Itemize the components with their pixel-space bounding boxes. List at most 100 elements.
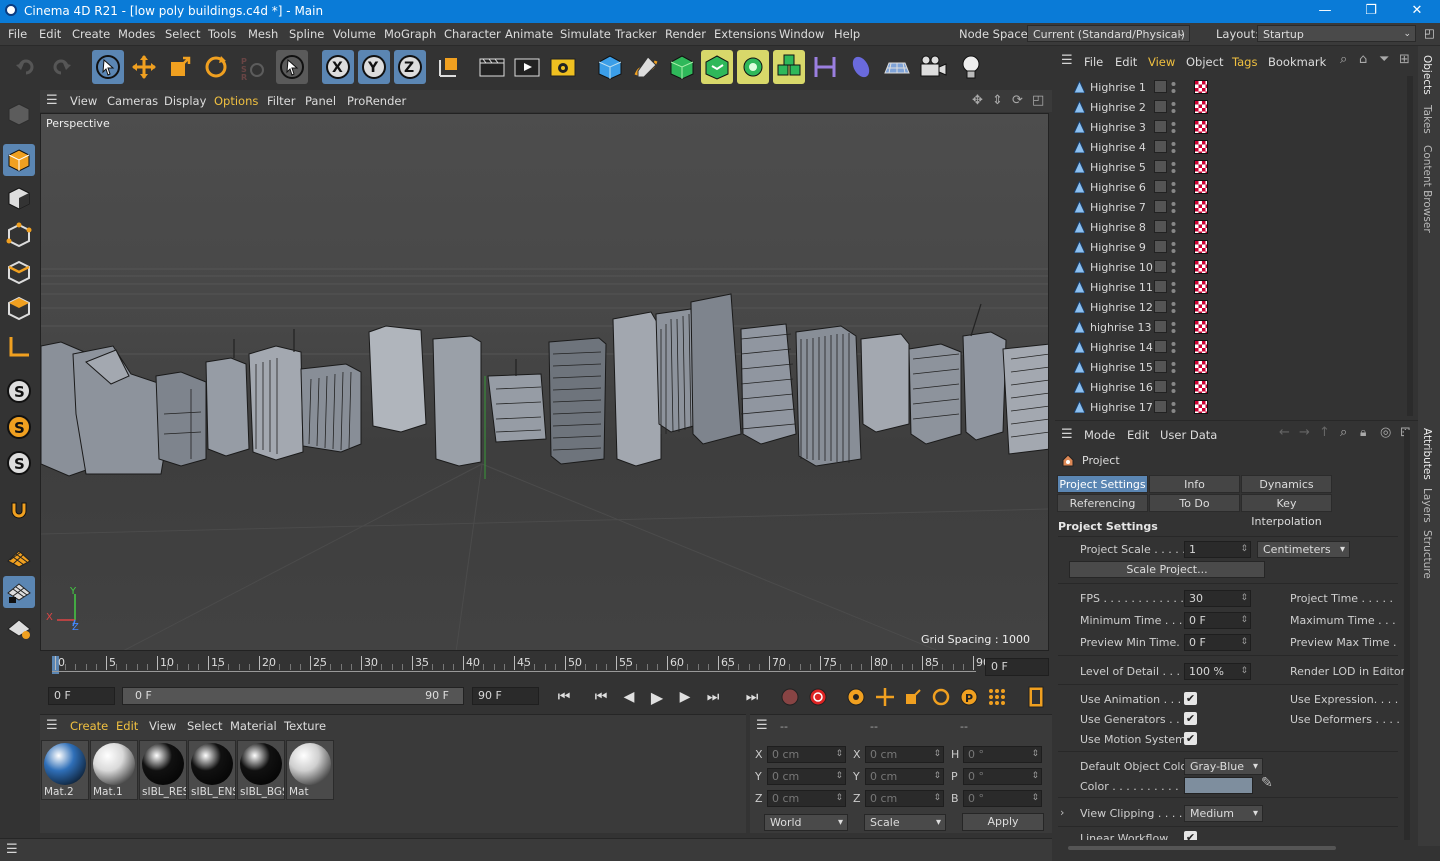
material-menu-material[interactable]: Material — [230, 719, 277, 733]
visibility-dots-icon[interactable] — [1171, 401, 1176, 414]
pan-view-icon[interactable]: ✥ — [972, 93, 983, 108]
view-clipping-dropdown[interactable]: Medium — [1184, 805, 1263, 822]
texture-tag-icon[interactable] — [1194, 220, 1208, 234]
menu-mesh[interactable]: Mesh — [248, 27, 278, 41]
visibility-dots-icon[interactable] — [1171, 301, 1176, 314]
menu-extensions[interactable]: Extensions — [714, 27, 776, 41]
project-scale-unit-dropdown[interactable]: Centimeters — [1257, 541, 1350, 558]
maximize-button[interactable]: ❐ — [1348, 0, 1394, 23]
material-swatch[interactable]: sIBL_BGS — [237, 740, 285, 800]
go-to-start-icon[interactable]: ⏮ — [552, 685, 576, 709]
edit-layer-icon[interactable] — [1154, 300, 1167, 313]
lock-icon[interactable]: 🔒︎ — [1360, 425, 1366, 440]
layout-dropdown[interactable]: Startup ⌄ — [1257, 25, 1416, 42]
coord-size-field[interactable]: 0 cm — [865, 768, 944, 785]
workplane-icon[interactable] — [3, 330, 35, 362]
material-menu-edit[interactable]: Edit — [116, 719, 138, 733]
cube-object-icon[interactable] — [594, 50, 626, 84]
default-object-color-dropdown[interactable]: Gray-Blue — [1184, 758, 1263, 775]
texture-tag-icon[interactable] — [1194, 320, 1208, 334]
snapping-magnet-icon[interactable] — [3, 494, 35, 526]
orbit-view-icon[interactable]: ⟳ — [1012, 93, 1023, 108]
object-row[interactable]: Highrise 8 — [1058, 218, 1398, 237]
back-arrow-icon[interactable]: ← — [1279, 425, 1290, 440]
viewport-menu-options[interactable]: Options — [214, 94, 258, 108]
menu-edit[interactable]: Edit — [39, 27, 61, 41]
hamburger-icon[interactable]: ☰ — [1061, 427, 1073, 442]
new-view-icon[interactable]: ⊞ — [1399, 52, 1410, 67]
planar-workplane-icon[interactable] — [3, 612, 35, 644]
chevron-right-icon[interactable]: › — [1060, 806, 1064, 819]
visibility-dots-icon[interactable] — [1171, 121, 1176, 134]
texture-tag-icon[interactable] — [1194, 360, 1208, 374]
floor-object-icon[interactable] — [881, 50, 913, 84]
previous-frame-icon[interactable]: ◀ — [617, 685, 641, 709]
linear-workflow-checkbox[interactable]: ✔ — [1184, 831, 1197, 840]
menu-animate[interactable]: Animate — [505, 27, 553, 41]
preview-min-time-field[interactable]: 0 F — [1184, 634, 1251, 651]
key-rotation-icon[interactable] — [929, 685, 953, 709]
hamburger-icon[interactable]: ☰ — [1061, 53, 1073, 68]
tab-info[interactable]: Info — [1149, 475, 1240, 493]
dolly-view-icon[interactable]: ⇕ — [992, 93, 1003, 108]
viewport-menu-view[interactable]: View — [70, 94, 97, 108]
material-swatch[interactable]: sIBL_ENS — [188, 740, 236, 800]
use-motion-system-checkbox[interactable]: ✔ — [1184, 732, 1197, 745]
points-mode-icon[interactable] — [3, 219, 35, 251]
hamburger-icon[interactable]: ☰ — [46, 718, 58, 733]
forward-arrow-icon[interactable]: → — [1299, 425, 1310, 440]
edit-layer-icon[interactable] — [1154, 80, 1167, 93]
viewport-menu-display[interactable]: Display — [164, 94, 206, 108]
viewport-menu-panel[interactable]: Panel — [305, 94, 336, 108]
object-row[interactable]: Highrise 14 — [1058, 338, 1398, 357]
object-row[interactable]: Highrise 7 — [1058, 198, 1398, 217]
object-scrollbar[interactable] — [1407, 76, 1413, 416]
coordinate-system-icon[interactable] — [432, 50, 464, 84]
object-row[interactable]: Highrise 3 — [1058, 118, 1398, 137]
render-view-icon[interactable] — [476, 50, 508, 84]
menu-window[interactable]: Window — [779, 27, 824, 41]
side-tab-attributes[interactable]: Attributes — [1421, 428, 1433, 480]
visibility-dots-icon[interactable] — [1171, 161, 1176, 174]
visibility-dots-icon[interactable] — [1171, 181, 1176, 194]
texture-tag-icon[interactable] — [1194, 260, 1208, 274]
texture-tag-icon[interactable] — [1194, 380, 1208, 394]
search-icon[interactable]: ⌕ — [1340, 52, 1347, 67]
solo-hierarchy-icon[interactable]: S — [3, 447, 35, 479]
object-menu-view[interactable]: View — [1148, 55, 1175, 69]
move-tool-icon[interactable] — [128, 50, 160, 84]
next-key-icon[interactable]: ⏭ — [701, 685, 725, 709]
visibility-dots-icon[interactable] — [1171, 261, 1176, 274]
solo-icon[interactable]: S — [3, 375, 35, 407]
search-icon[interactable]: ⌕ — [1340, 425, 1347, 440]
z-axis-lock-button[interactable]: Z — [394, 50, 426, 84]
edit-layer-icon[interactable] — [1154, 140, 1167, 153]
tab-project-settings[interactable]: Project Settings — [1057, 475, 1148, 493]
texture-tag-icon[interactable] — [1194, 400, 1208, 414]
object-row[interactable]: Highrise 12 — [1058, 298, 1398, 317]
solo-selection-icon[interactable]: S — [3, 411, 35, 443]
texture-tag-icon[interactable] — [1194, 280, 1208, 294]
menu-render[interactable]: Render — [665, 27, 706, 41]
visibility-dots-icon[interactable] — [1171, 381, 1176, 394]
material-swatch[interactable]: Mat — [286, 740, 334, 800]
material-menu-create[interactable]: Create — [70, 719, 108, 733]
close-button[interactable]: ✕ — [1394, 0, 1440, 23]
object-menu-tags[interactable]: Tags — [1232, 55, 1257, 69]
project-scale-field[interactable]: 1 — [1184, 541, 1251, 558]
model-mode-icon[interactable] — [3, 144, 35, 176]
visibility-dots-icon[interactable] — [1171, 201, 1176, 214]
redo-icon[interactable] — [45, 50, 77, 84]
object-row[interactable]: Highrise 1 — [1058, 78, 1398, 97]
menu-select[interactable]: Select — [165, 27, 200, 41]
texture-tag-icon[interactable] — [1194, 140, 1208, 154]
edit-layer-icon[interactable] — [1154, 200, 1167, 213]
object-row[interactable]: highrise 13 — [1058, 318, 1398, 337]
object-menu-object[interactable]: Object — [1186, 55, 1223, 69]
previous-key-icon[interactable]: ⏮ — [589, 685, 613, 709]
material-menu-select[interactable]: Select — [187, 719, 222, 733]
hamburger-icon[interactable]: ☰ — [46, 93, 58, 108]
record-active-objects-icon[interactable] — [778, 685, 802, 709]
key-scale-icon[interactable] — [901, 685, 925, 709]
visibility-dots-icon[interactable] — [1171, 141, 1176, 154]
